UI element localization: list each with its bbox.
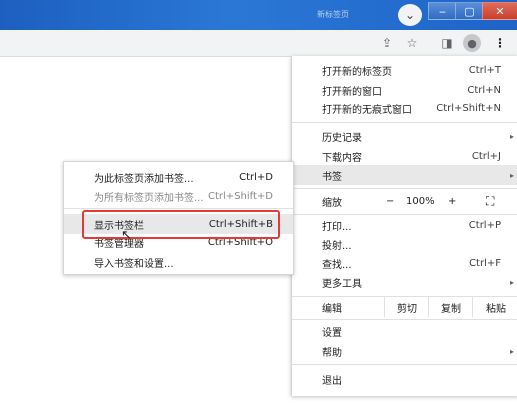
menu-item-label: 缩放: [322, 197, 342, 209]
menu-item-shortcut: Ctrl+J: [471, 150, 501, 162]
maximize-button[interactable]: ▢: [455, 2, 484, 20]
menu-item-label: 为所有标签页添加书签...: [94, 192, 204, 204]
menu-item-zoom: 缩放 − 100% + ⛶: [292, 191, 517, 211]
copy-button[interactable]: 复制: [428, 297, 473, 317]
chevron-right-icon: ▸: [509, 277, 514, 287]
menu-item-label: 打开新的窗口: [322, 86, 382, 98]
cut-button[interactable]: 剪切: [384, 297, 429, 317]
submenu-item-import[interactable]: 导入书签和设置...: [64, 252, 293, 272]
chrome-main-menu: 打开新的标签页 Ctrl+T 打开新的窗口 Ctrl+N 打开新的无痕式窗口 C…: [291, 56, 517, 396]
chevron-right-icon: ▸: [509, 346, 514, 356]
submenu-item-show-bookmarks-bar[interactable]: 显示书签栏 Ctrl+Shift+B: [64, 214, 293, 234]
menu-item-shortcut: Ctrl+Shift+B: [208, 218, 273, 230]
menu-item-label: 帮助: [322, 347, 342, 359]
menu-item-shortcut: Ctrl+D: [239, 171, 273, 183]
menu-item-bookmarks[interactable]: 书签 ▸: [292, 165, 517, 185]
window-titlebar: 新标签页 ⌄ ‒ ▢ ✕: [0, 0, 517, 30]
menu-item-label: 历史记录: [322, 132, 362, 144]
profile-avatar-icon[interactable]: ●: [463, 34, 481, 52]
menu-item-label: 下载内容: [322, 152, 362, 164]
menu-item-label: 设置: [322, 327, 342, 339]
bookmarks-submenu: 为此标签页添加书签... Ctrl+D 为所有标签页添加书签... Ctrl+S…: [63, 161, 294, 275]
submenu-item-add-bookmark[interactable]: 为此标签页添加书签... Ctrl+D: [64, 167, 293, 187]
profile-dropdown-button[interactable]: ⌄: [398, 4, 422, 26]
menu-item-shortcut: Ctrl+P: [468, 219, 501, 231]
side-panel-icon[interactable]: ◨: [438, 34, 456, 52]
close-button[interactable]: ✕: [482, 2, 517, 20]
menu-item-label: 投射...: [322, 240, 352, 252]
menu-item-more-tools[interactable]: 更多工具 ▸: [292, 272, 517, 292]
menu-item-shortcut: Ctrl+Shift+N: [436, 102, 501, 114]
maximize-icon: ▢: [464, 4, 475, 18]
menu-item-edit: 编辑 剪切 复制 粘贴: [292, 297, 517, 317]
browser-toolbar: ⇪ ☆ ◨ ● ⋮: [0, 30, 517, 57]
menu-divider: [292, 319, 517, 320]
paste-button[interactable]: 粘贴: [472, 297, 517, 317]
chevron-down-icon: ⌄: [404, 8, 416, 22]
menu-item-settings[interactable]: 设置: [292, 321, 517, 341]
menu-item-label: 导入书签和设置...: [94, 258, 174, 270]
menu-item-label: 书签管理器: [94, 238, 144, 250]
menu-item-exit[interactable]: 退出: [292, 369, 517, 389]
menu-item-shortcut: Ctrl+Shift+O: [207, 236, 273, 248]
fullscreen-icon[interactable]: ⛶: [486, 191, 494, 211]
submenu-item-bookmark-manager[interactable]: 书签管理器 Ctrl+Shift+O: [64, 232, 293, 252]
menu-divider: [292, 188, 517, 189]
mouse-cursor-icon: ↖: [121, 228, 132, 243]
menu-item-label: 显示书签栏: [94, 220, 144, 232]
menu-item-downloads[interactable]: 下载内容 Ctrl+J: [292, 146, 517, 166]
tab-title[interactable]: 新标签页: [303, 6, 363, 24]
chevron-right-icon: ▸: [509, 131, 514, 141]
menu-item-label: 打开新的无痕式窗口: [322, 104, 412, 116]
menu-item-cast[interactable]: 投射...: [292, 234, 517, 254]
menu-item-shortcut: Ctrl+Shift+D: [208, 190, 273, 202]
zoom-in-button[interactable]: +: [448, 191, 456, 211]
menu-item-label: 书签: [322, 171, 342, 183]
close-icon: ✕: [495, 4, 505, 18]
menu-divider: [64, 208, 293, 209]
share-icon[interactable]: ⇪: [378, 34, 396, 52]
menu-item-label: 打印...: [322, 221, 352, 233]
menu-item-label: 更多工具: [322, 278, 362, 290]
menu-item-label: 编辑: [322, 303, 342, 315]
menu-item-shortcut: Ctrl+T: [468, 64, 501, 76]
bookmark-star-icon[interactable]: ☆: [403, 34, 421, 52]
zoom-level: 100%: [406, 195, 435, 207]
menu-divider: [292, 122, 517, 123]
menu-item-label: 退出: [322, 375, 342, 387]
chevron-right-icon: ▸: [509, 170, 514, 180]
minimize-button[interactable]: ‒: [428, 2, 457, 20]
menu-divider: [292, 364, 517, 365]
submenu-item-add-all-bookmarks[interactable]: 为所有标签页添加书签... Ctrl+Shift+D: [64, 186, 293, 206]
menu-item-history[interactable]: 历史记录 ▸: [292, 126, 517, 146]
menu-item-print[interactable]: 打印... Ctrl+P: [292, 215, 517, 235]
menu-item-new-incognito[interactable]: 打开新的无痕式窗口 Ctrl+Shift+N: [292, 98, 517, 118]
minimize-icon: ‒: [439, 4, 446, 18]
menu-item-label: 查找...: [322, 259, 352, 271]
menu-item-help[interactable]: 帮助 ▸: [292, 341, 517, 361]
menu-item-new-window[interactable]: 打开新的窗口 Ctrl+N: [292, 80, 517, 100]
menu-item-shortcut: Ctrl+N: [467, 84, 501, 96]
menu-item-label: 为此标签页添加书签...: [94, 173, 194, 185]
menu-item-label: 打开新的标签页: [322, 66, 392, 78]
menu-item-new-tab[interactable]: 打开新的标签页 Ctrl+T: [292, 60, 517, 80]
menu-item-shortcut: Ctrl+F: [469, 257, 501, 269]
menu-item-find[interactable]: 查找... Ctrl+F: [292, 253, 517, 273]
more-menu-icon[interactable]: ⋮: [491, 34, 509, 52]
zoom-out-button[interactable]: −: [386, 191, 394, 211]
